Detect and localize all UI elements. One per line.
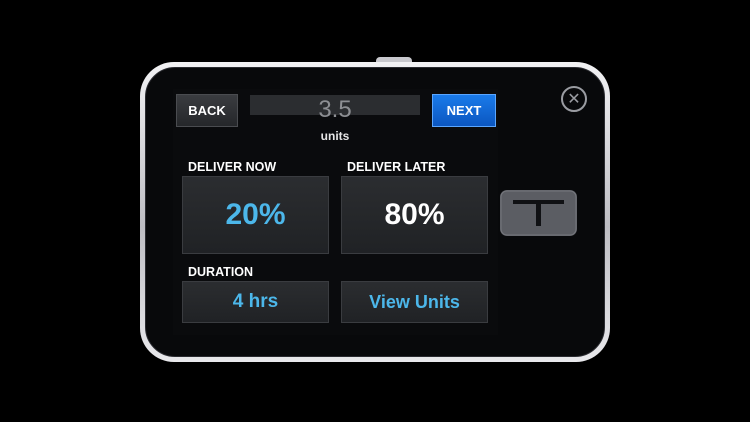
close-icon[interactable]: ✕: [561, 86, 587, 112]
t-logo-glyph: [500, 190, 577, 236]
device-frame: BACK 3.5 units NEXT DELIVER NOW DELIVER …: [140, 62, 610, 362]
deliver-now-label: DELIVER NOW: [188, 160, 277, 174]
deliver-now-tile[interactable]: 20%: [182, 176, 329, 254]
deliver-later-tile[interactable]: 80%: [341, 176, 488, 254]
deliver-later-label: DELIVER LATER: [347, 160, 446, 174]
deliver-later-value: 80%: [384, 198, 445, 231]
t-logo-icon[interactable]: [500, 190, 577, 236]
next-button[interactable]: NEXT: [432, 94, 496, 127]
duration-tile[interactable]: 4 hrs: [182, 281, 329, 323]
view-units-button[interactable]: View Units: [341, 281, 488, 323]
amount-unit: units: [320, 129, 350, 143]
duration-value: 4 hrs: [232, 291, 279, 312]
view-units-label: View Units: [369, 291, 460, 312]
close-glyph: ✕: [567, 91, 581, 108]
device-bezel: BACK 3.5 units NEXT DELIVER NOW DELIVER …: [145, 67, 605, 357]
duration-label: DURATION: [188, 265, 254, 279]
back-button[interactable]: BACK: [176, 94, 238, 127]
deliver-now-value: 20%: [225, 198, 286, 231]
amount-value: 3.5: [318, 96, 352, 123]
bolus-screen: BACK 3.5 units NEXT DELIVER NOW DELIVER …: [173, 89, 498, 335]
